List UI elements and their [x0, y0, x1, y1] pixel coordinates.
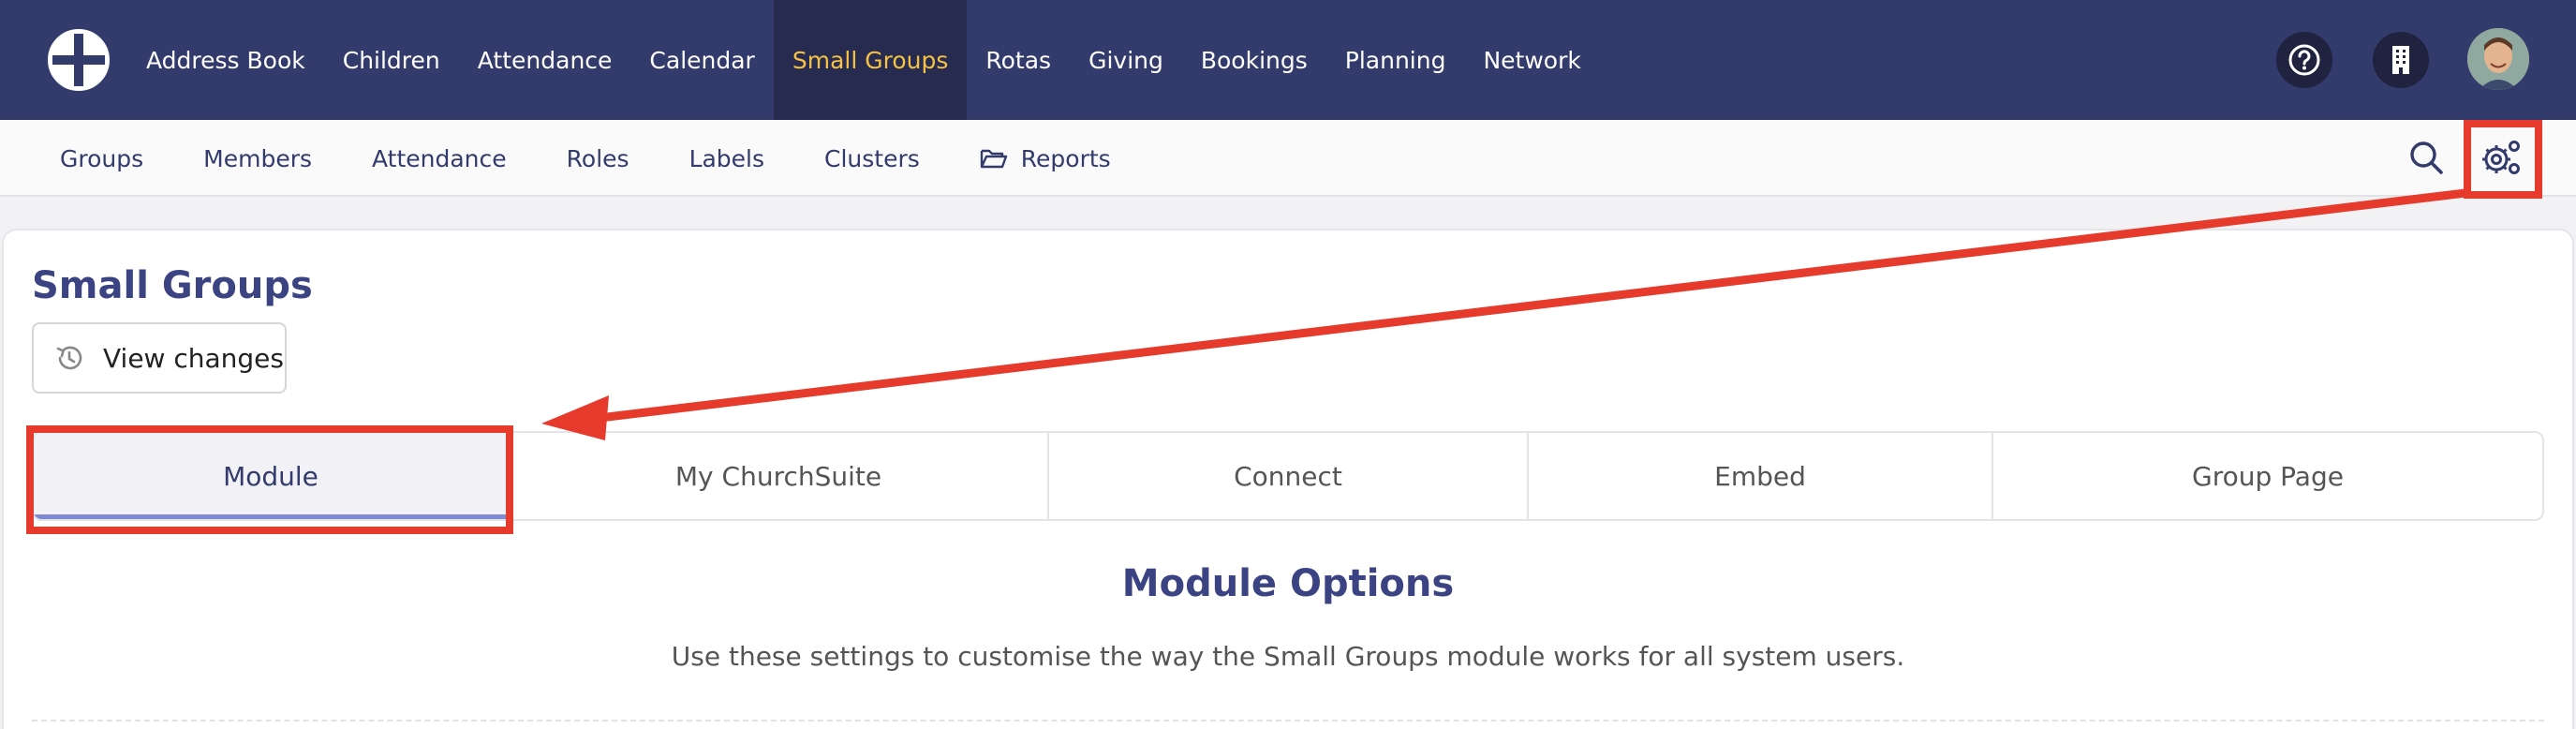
nav-bookings[interactable]: Bookings	[1182, 0, 1326, 120]
nav-address-book[interactable]: Address Book	[127, 0, 324, 120]
subnav-members[interactable]: Members	[203, 145, 312, 172]
tab-embed[interactable]: Embed	[1529, 433, 1993, 519]
page-title: Small Groups	[32, 264, 313, 307]
nav-giving[interactable]: Giving	[1070, 0, 1182, 120]
nav-rotas[interactable]: Rotas	[967, 0, 1070, 120]
top-navigation-bar: Address Book Children Attendance Calenda…	[0, 0, 2576, 120]
subnav-clusters[interactable]: Clusters	[824, 145, 920, 172]
subnav-groups[interactable]: Groups	[60, 145, 143, 172]
user-avatar[interactable]	[2467, 28, 2529, 90]
section-description: Use these settings to customise the way …	[671, 641, 1905, 672]
subnav-reports-label: Reports	[1020, 144, 1111, 172]
nav-attendance[interactable]: Attendance	[459, 0, 631, 120]
churchsuite-logo-icon[interactable]	[47, 28, 111, 92]
subnav-reports[interactable]: Reports	[980, 145, 1111, 172]
section-divider	[32, 720, 2544, 722]
nav-small-groups[interactable]: Small Groups	[773, 0, 968, 120]
subnav-attendance[interactable]: Attendance	[372, 145, 507, 172]
section-title: Module Options	[1121, 562, 1455, 605]
nav-planning[interactable]: Planning	[1326, 0, 1465, 120]
search-icon[interactable]	[2407, 139, 2445, 176]
building-icon	[2392, 46, 2409, 74]
tab-connect[interactable]: Connect	[1049, 433, 1529, 519]
view-changes-label: View changes	[103, 342, 284, 374]
nav-children[interactable]: Children	[324, 0, 459, 120]
module-sub-navigation: Groups Members Attendance Roles Labels C…	[0, 120, 2576, 197]
avatar-image-icon	[2467, 28, 2529, 90]
nav-network[interactable]: Network	[1464, 0, 1599, 120]
tab-group-page[interactable]: Group Page	[1993, 433, 2542, 519]
folder-open-icon	[980, 149, 1007, 169]
help-icon	[2288, 44, 2320, 76]
view-changes-button[interactable]: View changes	[32, 322, 287, 394]
organisation-button[interactable]	[2373, 32, 2429, 88]
nav-calendar[interactable]: Calendar	[630, 0, 773, 120]
subnav-labels[interactable]: Labels	[689, 145, 764, 172]
tab-my-churchsuite[interactable]: My ChurchSuite	[510, 433, 1049, 519]
help-button[interactable]	[2276, 32, 2332, 88]
history-icon	[56, 346, 82, 370]
subnav-roles[interactable]: Roles	[567, 145, 629, 172]
module-tab-highlight-box	[26, 425, 513, 534]
settings-highlight-box	[2464, 120, 2542, 199]
